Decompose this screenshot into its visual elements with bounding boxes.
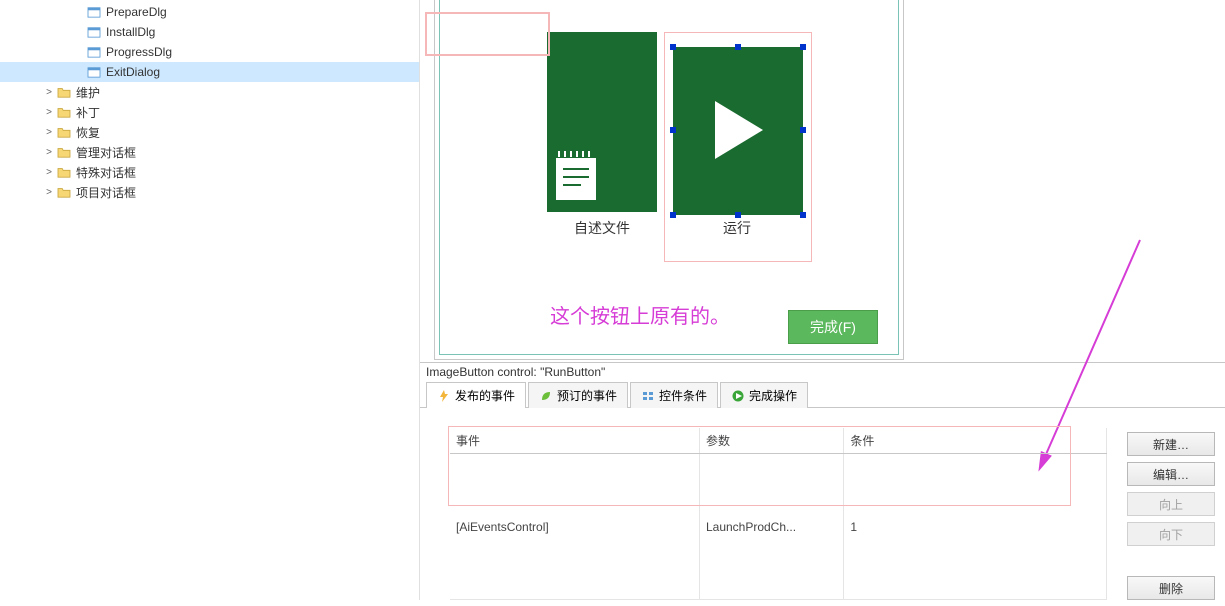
tree-label: PrepareDlg [106,5,167,19]
new-button[interactable]: 新建… [1127,432,1215,456]
tree-label: ExitDialog [106,65,160,79]
dialog-icon [86,4,102,20]
folder-icon [56,124,72,140]
tab-控件条件[interactable]: 控件条件 [630,382,718,408]
tree-item-补丁[interactable]: > 补丁 [0,102,419,122]
col-header-cond[interactable]: 条件 [844,428,1107,454]
selection-handle[interactable] [735,44,741,50]
tree-label: 维护 [76,84,100,101]
run-caption: 运行 [672,218,802,238]
run-button[interactable] [673,47,803,215]
tree-item-特殊对话框[interactable]: > 特殊对话框 [0,162,419,182]
play-icon [731,389,745,403]
edit-button[interactable]: 编辑… [1127,462,1215,486]
selection-handle[interactable] [670,127,676,133]
cell-cond[interactable]: 1 [844,454,1107,600]
folder-icon [56,104,72,120]
folder-icon [56,184,72,200]
col-header-param[interactable]: 参数 [699,428,843,454]
tree-item-恢复[interactable]: > 恢复 [0,122,419,142]
cell-param[interactable]: LaunchProdCh... [699,454,843,600]
events-grid[interactable]: 事件 参数 条件 [AiEventsControl]LaunchProdCh..… [450,428,1107,600]
tree-toggle[interactable]: > [42,127,56,138]
tree-item-维护[interactable]: > 维护 [0,82,419,102]
tab-发布的事件[interactable]: 发布的事件 [426,382,526,408]
tree-item-preparedlg[interactable]: PrepareDlg [0,2,419,22]
tree-item-项目对话框[interactable]: > 项目对话框 [0,182,419,202]
finish-button[interactable]: 完成(F) [788,310,878,344]
tab-label: 发布的事件 [455,387,515,404]
tab-label: 完成操作 [749,387,797,404]
folder-icon [56,164,72,180]
tree-item-installdlg[interactable]: InstallDlg [0,22,419,42]
tree-toggle[interactable]: > [42,87,56,98]
tree-toggle[interactable]: > [42,167,56,178]
move-up-button[interactable]: 向上 [1127,492,1215,516]
folder-icon [56,144,72,160]
events-tab-row: 发布的事件 预订的事件 控件条件 完成操作 [420,381,1225,408]
notepad-icon [555,151,597,204]
tree-label: 恢复 [76,124,100,141]
tab-label: 预订的事件 [557,387,617,404]
readme-button[interactable] [547,32,657,212]
tree-label: InstallDlg [106,25,155,39]
folder-icon [56,84,72,100]
cell-event[interactable]: [AiEventsControl] [450,454,699,600]
tree-label: 特殊对话框 [76,164,136,181]
annotation-text: 这个按钮上原有的。 [550,300,730,329]
tree-item-管理对话框[interactable]: > 管理对话框 [0,142,419,162]
table-row[interactable]: [AiEventsControl]LaunchProdCh...1 [450,454,1107,600]
tree-toggle[interactable]: > [42,107,56,118]
control-info-label: ImageButton control: "RunButton" [420,363,1225,381]
leaf-icon [539,389,553,403]
move-down-button[interactable]: 向下 [1127,522,1215,546]
readme-caption: 自述文件 [547,218,657,238]
tab-预订的事件[interactable]: 预订的事件 [528,382,628,408]
lightning-icon [437,389,451,403]
tree-item-progressdlg[interactable]: ProgressDlg [0,42,419,62]
col-header-event[interactable]: 事件 [450,428,699,454]
selection-handle[interactable] [800,44,806,50]
tree-toggle[interactable]: > [42,147,56,158]
controls-icon [641,389,655,403]
tree-label: 项目对话框 [76,184,136,201]
dialog-designer: 自述文件 [420,0,1225,362]
dialog-tree: PrepareDlg InstallDlg ProgressDlg ExitDialo… [0,0,420,600]
tree-label: ProgressDlg [106,45,172,59]
tab-label: 控件条件 [659,387,707,404]
tree-item-exitdialog[interactable]: ExitDialog [0,62,419,82]
delete-button[interactable]: 删除 [1127,576,1215,600]
dialog-icon [86,64,102,80]
dialog-icon [86,44,102,60]
tree-toggle[interactable]: > [42,187,56,198]
selection-handle[interactable] [800,127,806,133]
dialog-icon [86,24,102,40]
tree-label: 补丁 [76,104,100,121]
tab-完成操作[interactable]: 完成操作 [720,382,808,408]
play-icon [711,97,767,166]
tree-label: 管理对话框 [76,144,136,161]
selection-handle[interactable] [670,44,676,50]
